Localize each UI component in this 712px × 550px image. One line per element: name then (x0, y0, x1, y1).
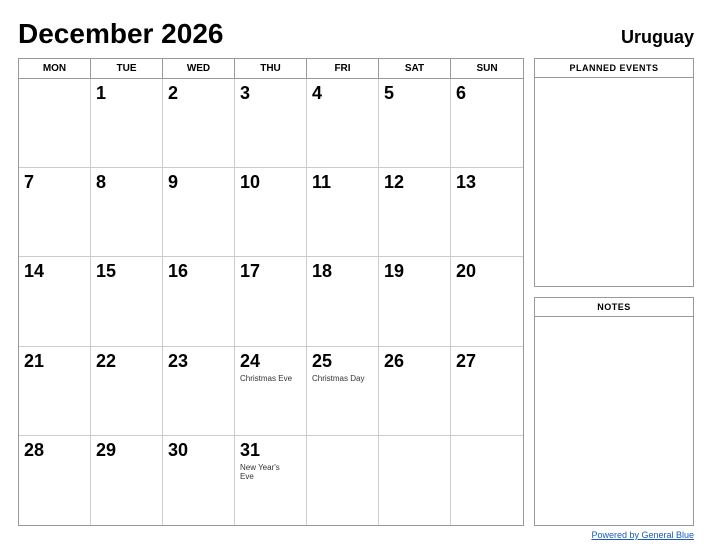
notes-content (535, 317, 693, 525)
cal-cell-19: 19 (379, 257, 451, 346)
cal-cell-17: 17 (235, 257, 307, 346)
cal-cell-empty-33 (379, 436, 451, 525)
cal-cell-5: 5 (379, 79, 451, 168)
page: December 2026 Uruguay MON TUE WED THU FR… (0, 0, 712, 550)
cal-cell-1: 1 (91, 79, 163, 168)
cal-cell-22: 22 (91, 347, 163, 436)
cal-cell-13: 13 (451, 168, 523, 257)
calendar-grid: 1 2 3 4 5 6 7 8 9 10 11 12 13 14 15 16 1… (19, 79, 523, 525)
cal-cell-empty-32 (307, 436, 379, 525)
cal-cell-10: 10 (235, 168, 307, 257)
cal-cell-14: 14 (19, 257, 91, 346)
cal-cell-3: 3 (235, 79, 307, 168)
day-header-sat: SAT (379, 59, 451, 78)
cal-cell-20: 20 (451, 257, 523, 346)
main-content: MON TUE WED THU FRI SAT SUN 1 2 3 4 5 6 … (18, 58, 694, 526)
powered-by-link[interactable]: Powered by General Blue (591, 530, 694, 540)
sidebar: PLANNED EVENTS NOTES (534, 58, 694, 526)
cal-cell-empty-34 (451, 436, 523, 525)
day-header-wed: WED (163, 59, 235, 78)
cal-cell-26: 26 (379, 347, 451, 436)
day-header-tue: TUE (91, 59, 163, 78)
planned-events-title: PLANNED EVENTS (535, 59, 693, 78)
cal-cell-27: 27 (451, 347, 523, 436)
day-header-thu: THU (235, 59, 307, 78)
cal-cell-29: 29 (91, 436, 163, 525)
cal-cell-31: 31 New Year'sEve (235, 436, 307, 525)
event-christmas-eve: Christmas Eve (240, 374, 301, 384)
notes-title: NOTES (535, 298, 693, 317)
event-christmas-day: Christmas Day (312, 374, 373, 384)
header-row: December 2026 Uruguay (18, 18, 694, 50)
cal-cell-16: 16 (163, 257, 235, 346)
cal-cell-23: 23 (163, 347, 235, 436)
cal-cell-9: 9 (163, 168, 235, 257)
cal-cell-8: 8 (91, 168, 163, 257)
event-new-years-eve: New Year'sEve (240, 463, 301, 482)
day-header-fri: FRI (307, 59, 379, 78)
month-title: December 2026 (18, 18, 223, 50)
cal-cell-empty (19, 79, 91, 168)
day-header-sun: SUN (451, 59, 523, 78)
cal-cell-15: 15 (91, 257, 163, 346)
cal-cell-6: 6 (451, 79, 523, 168)
calendar-section: MON TUE WED THU FRI SAT SUN 1 2 3 4 5 6 … (18, 58, 524, 526)
cal-cell-21: 21 (19, 347, 91, 436)
footer: Powered by General Blue (18, 526, 694, 540)
cal-cell-18: 18 (307, 257, 379, 346)
cal-cell-11: 11 (307, 168, 379, 257)
day-header-mon: MON (19, 59, 91, 78)
notes-box: NOTES (534, 297, 694, 526)
day-headers: MON TUE WED THU FRI SAT SUN (19, 59, 523, 79)
planned-events-content (535, 78, 693, 286)
cal-cell-28: 28 (19, 436, 91, 525)
cal-cell-7: 7 (19, 168, 91, 257)
cal-cell-24: 24 Christmas Eve (235, 347, 307, 436)
country-name: Uruguay (621, 27, 694, 48)
cal-cell-25: 25 Christmas Day (307, 347, 379, 436)
cal-cell-12: 12 (379, 168, 451, 257)
cal-cell-2: 2 (163, 79, 235, 168)
planned-events-box: PLANNED EVENTS (534, 58, 694, 287)
cal-cell-4: 4 (307, 79, 379, 168)
cal-cell-30: 30 (163, 436, 235, 525)
